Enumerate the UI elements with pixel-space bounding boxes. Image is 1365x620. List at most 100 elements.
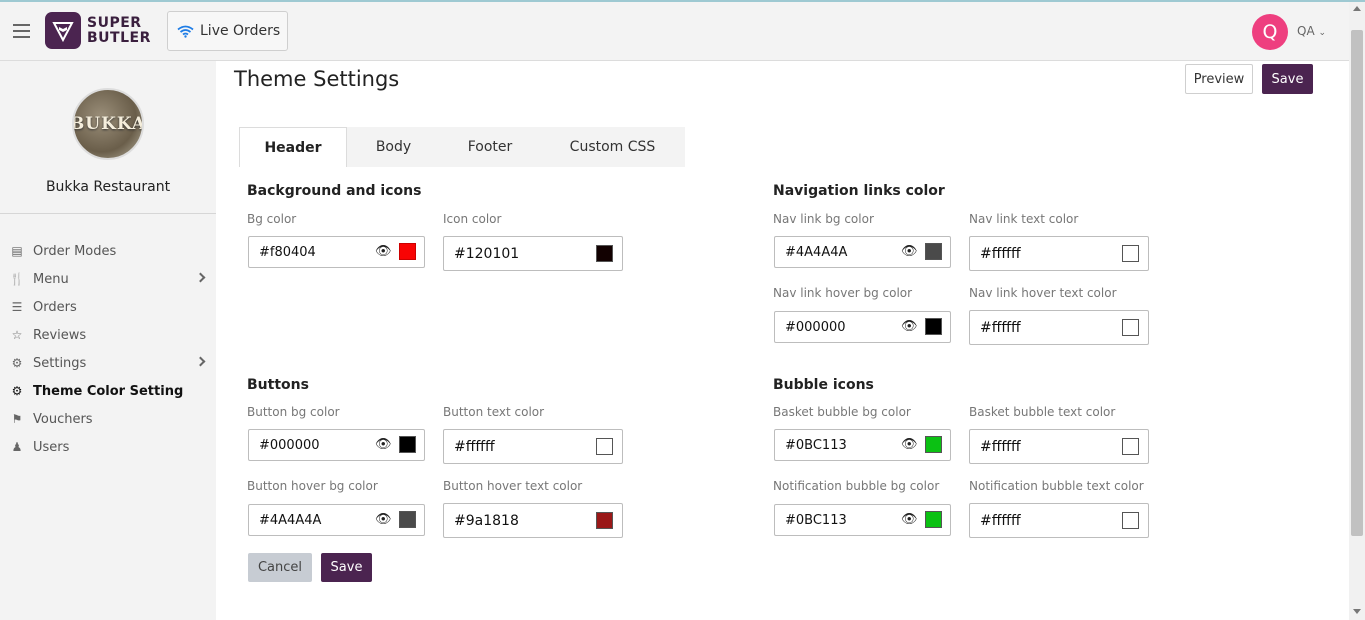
- section-title-navigation: Navigation links color: [773, 183, 945, 199]
- chevron-down-icon: ⌄: [1318, 28, 1327, 38]
- basket-bubble-bg-input[interactable]: #0BC113 👁: [774, 429, 951, 461]
- button-bg-input[interactable]: #000000 👁: [248, 429, 425, 461]
- sidebar-item-reviews[interactable]: ☆ Reviews: [0, 321, 216, 349]
- bg-color-swatch[interactable]: [399, 243, 416, 260]
- nav-link-hover-text-input[interactable]: #ffffff: [969, 310, 1149, 345]
- tab-footer[interactable]: Footer: [440, 127, 540, 167]
- notif-bg-value: #0BC113: [785, 512, 847, 528]
- notif-text-label: Notification bubble text color: [969, 479, 1144, 493]
- utensils-icon: 🍴: [9, 272, 25, 286]
- notification-bubble-text-input[interactable]: #ffffff: [969, 503, 1149, 538]
- save-button[interactable]: Save: [1262, 64, 1313, 94]
- page-title: Theme Settings: [234, 67, 400, 91]
- preview-button[interactable]: Preview: [1185, 64, 1253, 94]
- sidebar-item-label: Users: [33, 439, 70, 455]
- eye-icon[interactable]: 👁: [375, 512, 392, 527]
- section-title-bubble: Bubble icons: [773, 377, 874, 393]
- restaurant-name: Bukka Restaurant: [45, 179, 171, 195]
- sidebar-item-settings[interactable]: ⚙ Settings: [0, 349, 216, 377]
- cancel-button[interactable]: Cancel: [248, 553, 312, 582]
- basket-bg-label: Basket bubble bg color: [773, 405, 911, 419]
- avatar[interactable]: Q: [1252, 14, 1288, 50]
- bg-color-value: #f80404: [259, 244, 316, 260]
- restaurant-logo-text: BUKKA: [72, 114, 144, 134]
- restaurant-logo: BUKKA: [72, 88, 144, 160]
- user-menu-dropdown[interactable]: QA ⌄: [1297, 24, 1326, 38]
- live-orders-button[interactable]: Live Orders: [167, 11, 288, 51]
- sidebar-item-order-modes[interactable]: ▤ Order Modes: [0, 237, 216, 265]
- list-icon: ☰: [11, 300, 23, 314]
- star-icon: ☆: [11, 328, 23, 342]
- nav-hover-text-value: #ffffff: [980, 319, 1021, 336]
- tab-body[interactable]: Body: [347, 127, 440, 167]
- sidebar-item-orders[interactable]: ☰ Orders: [0, 293, 216, 321]
- icon-color-swatch[interactable]: [596, 245, 613, 262]
- basket-text-value: #ffffff: [980, 438, 1021, 455]
- eye-icon[interactable]: 👁: [901, 319, 918, 334]
- nav-hover-bg-swatch[interactable]: [925, 318, 942, 335]
- eye-icon[interactable]: 👁: [375, 244, 392, 259]
- eye-icon[interactable]: 👁: [901, 437, 918, 452]
- btn-bg-label: Button bg color: [247, 405, 340, 419]
- tag-icon: ⚑: [11, 412, 23, 426]
- notif-text-swatch[interactable]: [1122, 512, 1139, 529]
- notif-bg-swatch[interactable]: [925, 511, 942, 528]
- button-hover-bg-input[interactable]: #4A4A4A 👁: [248, 504, 425, 536]
- nav-bg-swatch[interactable]: [925, 243, 942, 260]
- btn-text-swatch[interactable]: [596, 438, 613, 455]
- btn-bg-swatch[interactable]: [399, 436, 416, 453]
- nav-link-hover-bg-input[interactable]: #000000 👁: [774, 311, 951, 343]
- nav-hover-text-label: Nav link hover text color: [969, 286, 1117, 300]
- notification-bubble-bg-input[interactable]: #0BC113 👁: [774, 504, 951, 536]
- button-hover-text-input[interactable]: #9a1818: [443, 503, 623, 538]
- logo-wordmark: SUPER BUTLER: [87, 16, 151, 46]
- nav-text-swatch[interactable]: [1122, 245, 1139, 262]
- basket-bubble-text-input[interactable]: #ffffff: [969, 429, 1149, 464]
- scroll-up-arrow-icon[interactable]: [1353, 6, 1361, 11]
- section-title-background: Background and icons: [247, 183, 422, 199]
- nav-hover-bg-label: Nav link hover bg color: [773, 286, 913, 300]
- btn-hover-bg-swatch[interactable]: [399, 511, 416, 528]
- logo-line-1: SUPER: [87, 15, 142, 31]
- hamburger-menu-icon[interactable]: [13, 24, 30, 38]
- btn-text-label: Button text color: [443, 405, 545, 419]
- sidebar-item-label: Settings: [33, 355, 87, 371]
- tab-header[interactable]: Header: [239, 127, 347, 167]
- save-bottom-button[interactable]: Save: [321, 553, 372, 582]
- icon-color-input[interactable]: #120101: [443, 236, 623, 271]
- basket-bg-swatch[interactable]: [925, 436, 942, 453]
- page-scrollbar[interactable]: [1349, 2, 1365, 620]
- nav-hover-text-swatch[interactable]: [1122, 319, 1139, 336]
- live-orders-label: Live Orders: [200, 23, 281, 39]
- tab-custom-css[interactable]: Custom CSS: [540, 127, 685, 167]
- scroll-down-arrow-icon[interactable]: [1353, 609, 1361, 614]
- sidebar: BUKKA Bukka Restaurant ▤ Order Modes 🍴 M…: [0, 61, 216, 620]
- section-title-buttons: Buttons: [247, 377, 309, 393]
- user-menu-label: QA: [1297, 24, 1315, 38]
- sidebar-item-vouchers[interactable]: ⚑ Vouchers: [0, 405, 216, 433]
- nav-hover-bg-value: #000000: [785, 319, 846, 335]
- nav-link-text-input[interactable]: #ffffff: [969, 236, 1149, 271]
- bg-color-input[interactable]: #f80404 👁: [248, 236, 425, 268]
- button-text-input[interactable]: #ffffff: [443, 429, 623, 464]
- btn-hover-text-swatch[interactable]: [596, 512, 613, 529]
- nav-bg-value: #4A4A4A: [785, 244, 848, 260]
- sidebar-item-label: Orders: [33, 299, 77, 315]
- nav-link-bg-input[interactable]: #4A4A4A 👁: [774, 236, 951, 268]
- btn-hover-text-value: #9a1818: [454, 512, 519, 529]
- eye-icon[interactable]: 👁: [901, 512, 918, 527]
- sidebar-item-theme-color-setting[interactable]: ⚙ Theme Color Setting: [0, 377, 216, 405]
- sidebar-item-label: Reviews: [33, 327, 87, 343]
- sidebar-item-menu[interactable]: 🍴 Menu: [0, 265, 216, 293]
- sidebar-item-users[interactable]: ♟ Users: [0, 433, 216, 461]
- scroll-thumb[interactable]: [1351, 30, 1363, 536]
- nav-text-value: #ffffff: [980, 245, 1021, 262]
- gear-icon: ⚙: [11, 356, 23, 370]
- notif-bg-label: Notification bubble bg color: [773, 479, 940, 493]
- bg-color-label: Bg color: [247, 212, 297, 226]
- basket-text-swatch[interactable]: [1122, 438, 1139, 455]
- eye-icon[interactable]: 👁: [901, 244, 918, 259]
- order-modes-icon: ▤: [11, 244, 23, 258]
- eye-icon[interactable]: 👁: [375, 437, 392, 452]
- top-bar: SUPER BUTLER Live Orders Q QA ⌄: [0, 2, 1349, 61]
